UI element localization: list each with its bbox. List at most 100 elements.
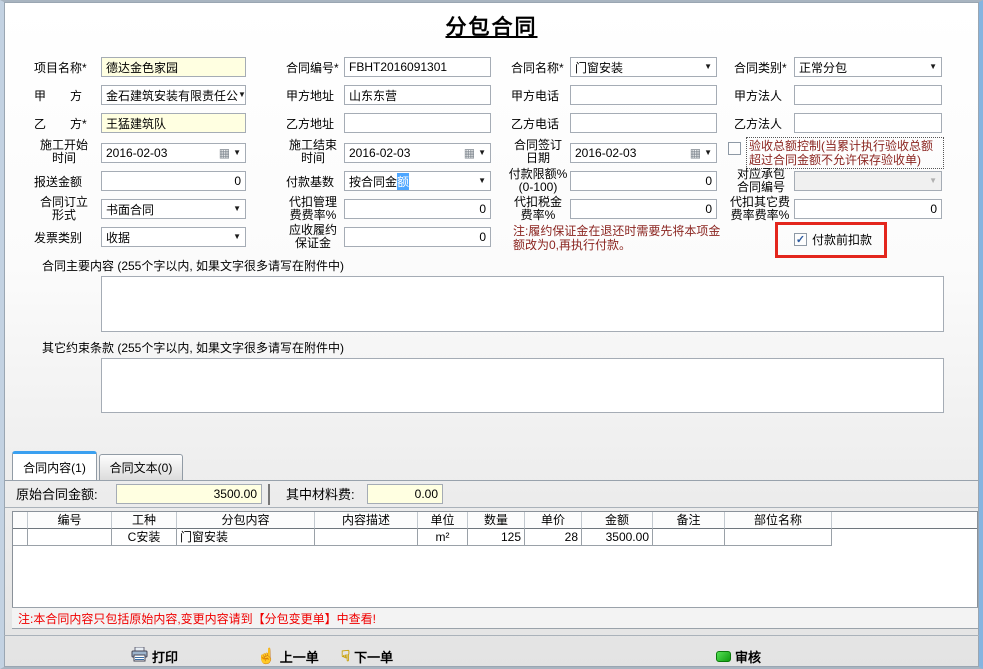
material-fee-input[interactable]: 0.00: [367, 484, 443, 504]
payment-base-label: 付款基数: [286, 175, 334, 189]
project-name-label: 项目名称*: [34, 61, 87, 75]
party-b-input[interactable]: 王猛建筑队: [101, 113, 246, 133]
project-name-input[interactable]: 德达金色家园: [101, 57, 246, 77]
grid-header-cell[interactable]: 编号: [28, 512, 112, 529]
table-row[interactable]: C安装 门窗安装 m² 125 28 3500.00: [13, 529, 977, 546]
original-amount-label: 原始合同金额:: [16, 488, 98, 502]
calendar-icon: ▦: [690, 147, 701, 159]
chevron-down-icon: ▼: [704, 63, 712, 71]
party-a-phone-input[interactable]: [570, 85, 717, 105]
hand-down-icon: ☟: [341, 649, 350, 664]
chevron-down-icon: ▼: [233, 149, 241, 157]
party-a-dropdown[interactable]: 金石建筑安装有限责任公▼: [101, 85, 246, 105]
main-content-textarea[interactable]: [101, 276, 944, 332]
party-b-legal-input[interactable]: [794, 113, 942, 133]
tab-divider: [5, 480, 978, 481]
grid-cell[interactable]: [315, 529, 418, 546]
grid-cell[interactable]: m²: [418, 529, 468, 546]
calendar-icon: ▦: [219, 147, 230, 159]
chevron-down-icon: ▼: [704, 149, 712, 157]
grid-cell[interactable]: 28: [525, 529, 582, 546]
acceptance-control-checkbox-label[interactable]: 验收总额控制(当累计执行验收总额超过合同金额不允许保存验收单): [746, 137, 944, 169]
bottom-note-bar: 注:本合同内容只包括原始内容,变更内容请到【分包变更单】中查看!: [12, 607, 978, 629]
grid-header-cell[interactable]: 工种: [112, 512, 177, 529]
party-a-legal-input[interactable]: [794, 85, 942, 105]
sign-date-label: 合同签订 日期: [509, 139, 567, 165]
original-amount-input[interactable]: 3500.00: [116, 484, 262, 504]
start-date-picker[interactable]: 2016-02-03▦▼: [101, 143, 246, 163]
grid-header-cell[interactable]: 单位: [418, 512, 468, 529]
grid-cell[interactable]: C安装: [112, 529, 177, 546]
grid-header-cell[interactable]: 分包内容: [177, 512, 315, 529]
material-fee-label: 其中材料费:: [286, 488, 355, 502]
end-date-label: 施工结束 时间: [284, 139, 342, 165]
guarantee-input[interactable]: 0: [344, 227, 491, 247]
contract-type-dropdown[interactable]: 正常分包▼: [794, 57, 942, 77]
management-fee-label: 代扣管理 费费率%: [284, 196, 342, 222]
party-a-address-input[interactable]: 山东东营: [344, 85, 491, 105]
guarantee-label: 应收履约 保证金: [284, 224, 342, 250]
calendar-icon: ▦: [464, 147, 475, 159]
management-fee-input[interactable]: 0: [344, 199, 491, 219]
grid-header-cell[interactable]: 数量: [468, 512, 525, 529]
contract-form-dropdown[interactable]: 书面合同▼: [101, 199, 246, 219]
grid-cell[interactable]: [725, 529, 832, 546]
audit-green-icon: [716, 651, 731, 662]
chevron-down-icon: ▼: [233, 205, 241, 213]
guarantee-note: 注:履约保证金在退还时需要先将本项金额改为0,再执行付款。: [513, 224, 725, 252]
print-button[interactable]: 打印: [131, 645, 178, 667]
report-amount-input[interactable]: 0: [101, 171, 246, 191]
grid-header-cell[interactable]: 金额: [582, 512, 653, 529]
deduct-before-payment-checkbox[interactable]: ✓: [794, 233, 807, 246]
grid-header-cell[interactable]: 备注: [653, 512, 725, 529]
chevron-down-icon: ▼: [238, 91, 246, 99]
grid-header-filler: [832, 512, 977, 529]
party-b-phone-input[interactable]: [570, 113, 717, 133]
grid-cell[interactable]: 125: [468, 529, 525, 546]
deduct-before-payment-label[interactable]: 付款前扣款: [812, 233, 872, 247]
main-content-label: 合同主要内容 (255个字以内, 如果文字很多请写在附件中): [42, 259, 344, 273]
printer-icon: [131, 647, 148, 665]
chevron-down-icon: ▼: [929, 63, 937, 71]
other-terms-textarea[interactable]: [101, 358, 944, 413]
grid-header-cell[interactable]: 内容描述: [315, 512, 418, 529]
toolbar-divider: [4, 635, 979, 636]
contract-name-label: 合同名称*: [511, 61, 564, 75]
tab-contract-text[interactable]: 合同文本(0): [99, 454, 183, 480]
tab-contract-content[interactable]: 合同内容(1): [12, 451, 97, 480]
corresponding-contract-no-dropdown: ▼: [794, 171, 942, 191]
start-date-label: 施工开始 时间: [32, 139, 96, 165]
chevron-down-icon: ▼: [478, 149, 486, 157]
grid-cell[interactable]: 门窗安装: [177, 529, 315, 546]
tax-fee-label: 代扣税金 费率%: [509, 196, 567, 222]
invoice-type-label: 发票类别: [34, 231, 82, 245]
acceptance-control-checkbox[interactable]: ✓: [728, 142, 741, 155]
chevron-down-icon: ▼: [929, 177, 937, 185]
invoice-type-dropdown[interactable]: 收据▼: [101, 227, 246, 247]
payment-limit-input[interactable]: 0: [570, 171, 717, 191]
contract-no-input[interactable]: FBHT2016091301: [344, 57, 491, 77]
grid-cell[interactable]: [653, 529, 725, 546]
corresponding-contract-no-label: 对应承包 合同编号: [732, 168, 790, 194]
payment-base-dropdown[interactable]: 按合同金额▼: [344, 171, 491, 191]
contract-name-dropdown[interactable]: 门窗安装▼: [570, 57, 717, 77]
party-a-address-label: 甲方地址: [286, 89, 334, 103]
grid-header-cell[interactable]: 单价: [525, 512, 582, 529]
grid-header-cell[interactable]: 部位名称: [725, 512, 832, 529]
end-date-picker[interactable]: 2016-02-03▦▼: [344, 143, 491, 163]
grid-cell[interactable]: 3500.00: [582, 529, 653, 546]
audit-button[interactable]: 审核: [716, 645, 761, 667]
sign-date-picker[interactable]: 2016-02-03▦▼: [570, 143, 717, 163]
grid-row-selector[interactable]: [13, 529, 28, 546]
grid-cell[interactable]: [28, 529, 112, 546]
party-a-label: 甲 方: [34, 89, 82, 103]
tax-fee-input[interactable]: 0: [570, 199, 717, 219]
contract-no-label: 合同编号*: [286, 61, 339, 75]
grid-header-row: 编号 工种 分包内容 内容描述 单位 数量 单价 金额 备注 部位名称: [13, 512, 977, 529]
previous-order-button[interactable]: ☝ 上一单: [257, 645, 319, 667]
party-b-address-input[interactable]: [344, 113, 491, 133]
chevron-down-icon: ▼: [233, 233, 241, 241]
next-order-button[interactable]: ☟ 下一单: [341, 645, 393, 667]
other-fee-input[interactable]: 0: [794, 199, 942, 219]
other-fee-label: 代扣其它费 费率费率%: [726, 196, 794, 222]
